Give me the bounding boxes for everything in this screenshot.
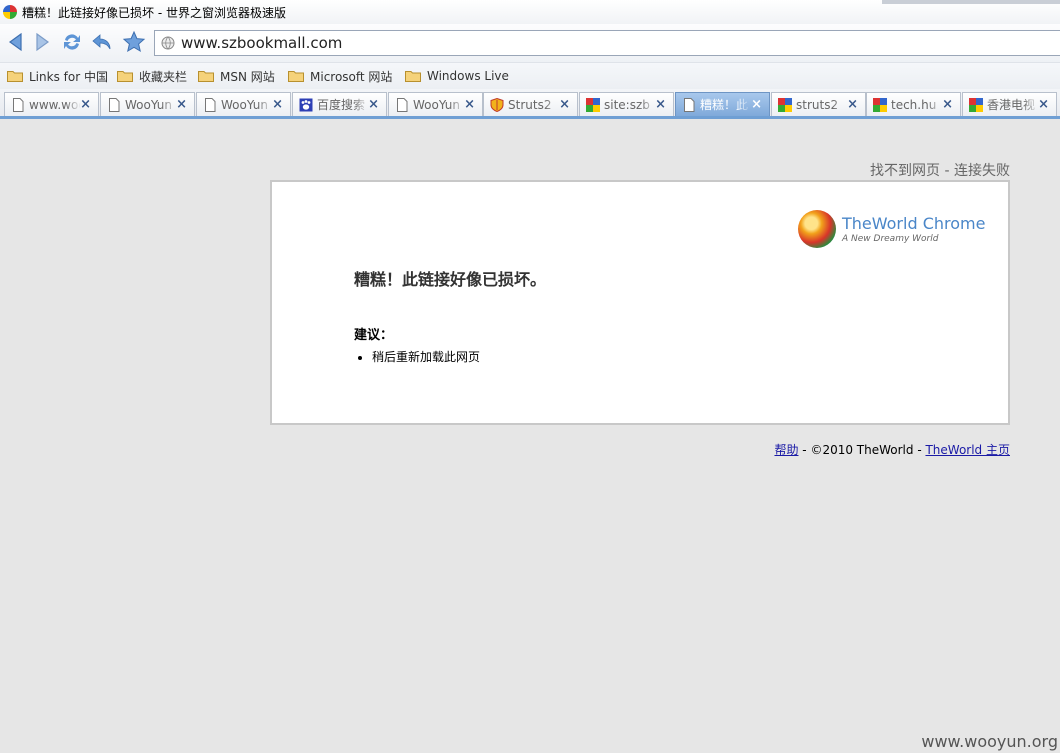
favorite-button[interactable] xyxy=(122,30,146,54)
google-icon xyxy=(873,97,887,112)
favorite-label: 收藏夹栏 xyxy=(139,69,188,84)
title-bar: 糟糕！此链接好像已损坏 - 世界之窗浏览器极速版 xyxy=(0,0,1060,24)
favorite-favorites-bar-folder[interactable]: 收藏夹栏 xyxy=(117,67,187,85)
tab-3[interactable]: WooYun × xyxy=(196,92,291,116)
folder-icon xyxy=(117,71,133,82)
favorite-links-for-china[interactable]: Links for 中国 xyxy=(7,67,108,85)
page-icon xyxy=(397,97,408,112)
google-icon xyxy=(778,97,792,112)
tab-7[interactable]: site:szb × xyxy=(579,92,674,116)
suggestion-title: 建议： xyxy=(354,328,394,343)
page-icon xyxy=(205,97,216,112)
close-icon[interactable]: × xyxy=(751,97,762,112)
close-icon[interactable]: × xyxy=(847,97,858,112)
window-title: 糟糕！此链接好像已损坏 - 世界之窗浏览器极速版 xyxy=(22,5,286,20)
favorites-bar: Links for 中国 收藏夹栏 MSN 网站 Microsoft 网站 Wi… xyxy=(0,62,1060,89)
theworld-chrome-logo: TheWorld Chrome A New Dreamy World xyxy=(798,210,988,254)
refresh-icon xyxy=(64,34,80,50)
tab-label: 百度搜索 xyxy=(317,98,366,112)
globe-icon xyxy=(161,36,175,50)
page-icon xyxy=(109,97,120,112)
close-icon[interactable]: × xyxy=(272,97,283,112)
tab-label: tech.hu xyxy=(891,97,937,112)
window-controls[interactable] xyxy=(882,0,1060,4)
close-icon[interactable]: × xyxy=(368,97,379,112)
tab-10[interactable]: tech.hu × xyxy=(866,92,961,116)
theworld-home-link[interactable]: TheWorld 主页 xyxy=(925,443,1010,457)
back-button[interactable] xyxy=(4,30,28,54)
tab-label: struts2 xyxy=(796,97,839,112)
tab-label: 香港电视 xyxy=(987,98,1036,112)
tab-2[interactable]: WooYun × xyxy=(100,92,195,116)
page-icon xyxy=(13,97,24,112)
suggestion-item: 稍后重新加载此网页 xyxy=(372,348,480,365)
logo-title: TheWorld Chrome xyxy=(842,214,985,233)
close-icon[interactable]: × xyxy=(176,97,187,112)
footer: 帮助 - ©2010 TheWorld - TheWorld 主页 xyxy=(774,441,1010,458)
back-arrow-icon xyxy=(8,32,22,52)
favorite-label: MSN 网站 xyxy=(220,69,275,84)
folder-icon xyxy=(405,71,421,82)
suggestion-list: 稍后重新加载此网页 xyxy=(354,348,480,365)
tab-label: WooYun xyxy=(221,97,269,112)
error-panel: TheWorld Chrome A New Dreamy World 糟糕！此链… xyxy=(270,180,1010,425)
forward-arrow-icon xyxy=(36,32,50,52)
folder-icon xyxy=(288,71,304,82)
undo-close-button[interactable] xyxy=(90,30,114,54)
favorite-msn-sites[interactable]: MSN 网站 xyxy=(198,67,275,85)
tab-label: site:szb xyxy=(604,97,650,112)
close-icon[interactable]: × xyxy=(464,97,475,112)
refresh-button[interactable] xyxy=(60,30,84,54)
tab-1[interactable]: www.wooyun.org × xyxy=(4,92,99,116)
favorite-label: Windows Live xyxy=(427,69,509,83)
tab-6[interactable]: Struts2 × xyxy=(483,92,578,116)
google-icon xyxy=(969,97,983,112)
tab-4[interactable]: 百度搜索 × xyxy=(292,92,387,116)
folder-icon xyxy=(198,71,214,82)
tab-8-active[interactable]: 糟糕！此 × xyxy=(675,92,770,116)
tab-label: www.wooyun.org xyxy=(29,97,81,112)
close-icon[interactable]: × xyxy=(1038,97,1049,112)
tab-label: WooYun xyxy=(413,97,461,112)
favorite-microsoft-sites[interactable]: Microsoft 网站 xyxy=(288,67,392,85)
tab-label: WooYun xyxy=(125,97,173,112)
google-icon xyxy=(586,97,600,112)
logo-title-product: Chrome xyxy=(917,214,986,233)
folder-icon xyxy=(7,71,23,82)
page-icon xyxy=(684,97,695,112)
logo-slogan: A New Dreamy World xyxy=(842,234,939,244)
help-link[interactable]: 帮助 xyxy=(774,443,798,457)
close-icon[interactable]: × xyxy=(559,97,570,112)
url-text[interactable]: www.szbookmall.com xyxy=(181,34,342,52)
tab-bar: www.wooyun.org × WooYun × WooYun × 百度搜索 … xyxy=(0,89,1060,119)
error-header: 找不到网页 - 连接失败 xyxy=(870,163,1010,179)
undo-icon xyxy=(92,34,111,50)
favorite-label: Links for 中国 xyxy=(29,69,108,84)
star-icon xyxy=(122,30,146,53)
close-icon[interactable]: × xyxy=(655,97,666,112)
watermark: www.wooyun.org xyxy=(921,732,1058,751)
favorite-windows-live[interactable]: Windows Live xyxy=(405,67,509,85)
close-icon[interactable]: × xyxy=(942,97,953,112)
forward-button[interactable] xyxy=(30,30,54,54)
baidu-paw-icon xyxy=(299,98,313,111)
close-icon[interactable]: × xyxy=(80,97,91,112)
tab-label: Struts2 xyxy=(508,97,552,112)
browser-logo-icon xyxy=(3,5,17,19)
shield-icon xyxy=(490,97,504,112)
theworld-logo-icon xyxy=(798,210,836,248)
error-message: 糟糕！此链接好像已损坏。 xyxy=(354,270,547,289)
copyright-text: - ©2010 TheWorld - xyxy=(798,443,926,457)
favorite-label: Microsoft 网站 xyxy=(310,69,393,84)
address-bar[interactable]: www.szbookmall.com xyxy=(154,30,1060,56)
tab-label: 糟糕！此 xyxy=(700,98,749,112)
tab-5[interactable]: WooYun × xyxy=(388,92,483,116)
tab-9[interactable]: struts2 × xyxy=(771,92,866,116)
tab-11[interactable]: 香港电视 × xyxy=(962,92,1057,116)
logo-title-brand: TheWorld xyxy=(842,214,918,233)
